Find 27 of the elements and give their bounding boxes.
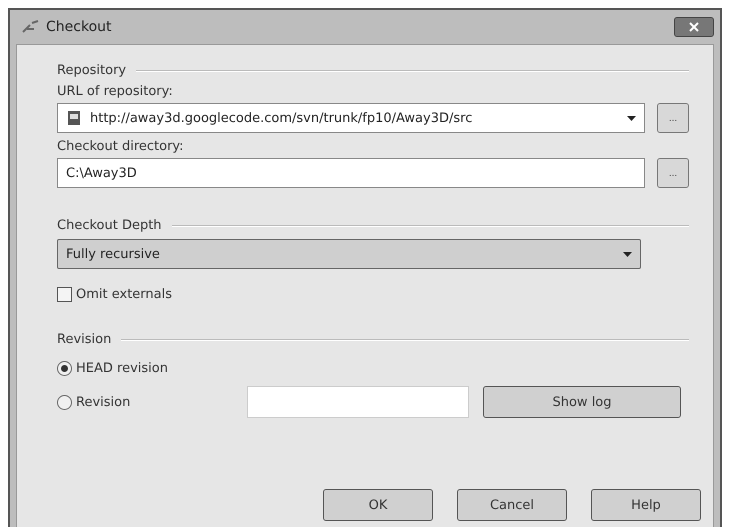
- repository-icon: [66, 110, 82, 126]
- radio-label: Revision: [76, 394, 130, 410]
- radio-label: HEAD revision: [76, 361, 168, 376]
- field-label: Checkout directory:: [57, 139, 185, 154]
- radio-button[interactable]: [57, 361, 72, 376]
- dialog-button[interactable]: Cancel: [457, 489, 567, 521]
- section-heading: Checkout Depth: [57, 218, 162, 233]
- url-combo[interactable]: http://away3d.googlecode.com/svn/trunk/fp10/Away3D/src: [57, 103, 645, 133]
- depth-dropdown[interactable]: Fully recursive: [57, 239, 641, 269]
- close-button[interactable]: [674, 17, 714, 37]
- section-heading: Repository: [57, 63, 126, 78]
- directory-field[interactable]: C:\Away3D: [57, 158, 645, 188]
- dialog-button[interactable]: Help: [591, 489, 701, 521]
- field-label: URL of repository:: [57, 84, 174, 99]
- window-title: Checkout: [46, 19, 112, 35]
- dropdown-arrow-icon: [627, 116, 636, 120]
- dialog-button[interactable]: OK: [323, 489, 433, 521]
- section-heading: Revision: [57, 332, 112, 347]
- revision-field[interactable]: [247, 386, 469, 418]
- checkbox[interactable]: [57, 287, 72, 302]
- show-log-button[interactable]: Show log: [483, 386, 681, 418]
- browse-button[interactable]: ...: [657, 158, 689, 188]
- radio-button[interactable]: [57, 394, 72, 410]
- checkbox-label: Omit externals: [76, 287, 172, 302]
- browse-button[interactable]: ...: [657, 103, 689, 133]
- close-icon: [688, 22, 700, 32]
- dropdown-arrow-icon: [623, 252, 632, 256]
